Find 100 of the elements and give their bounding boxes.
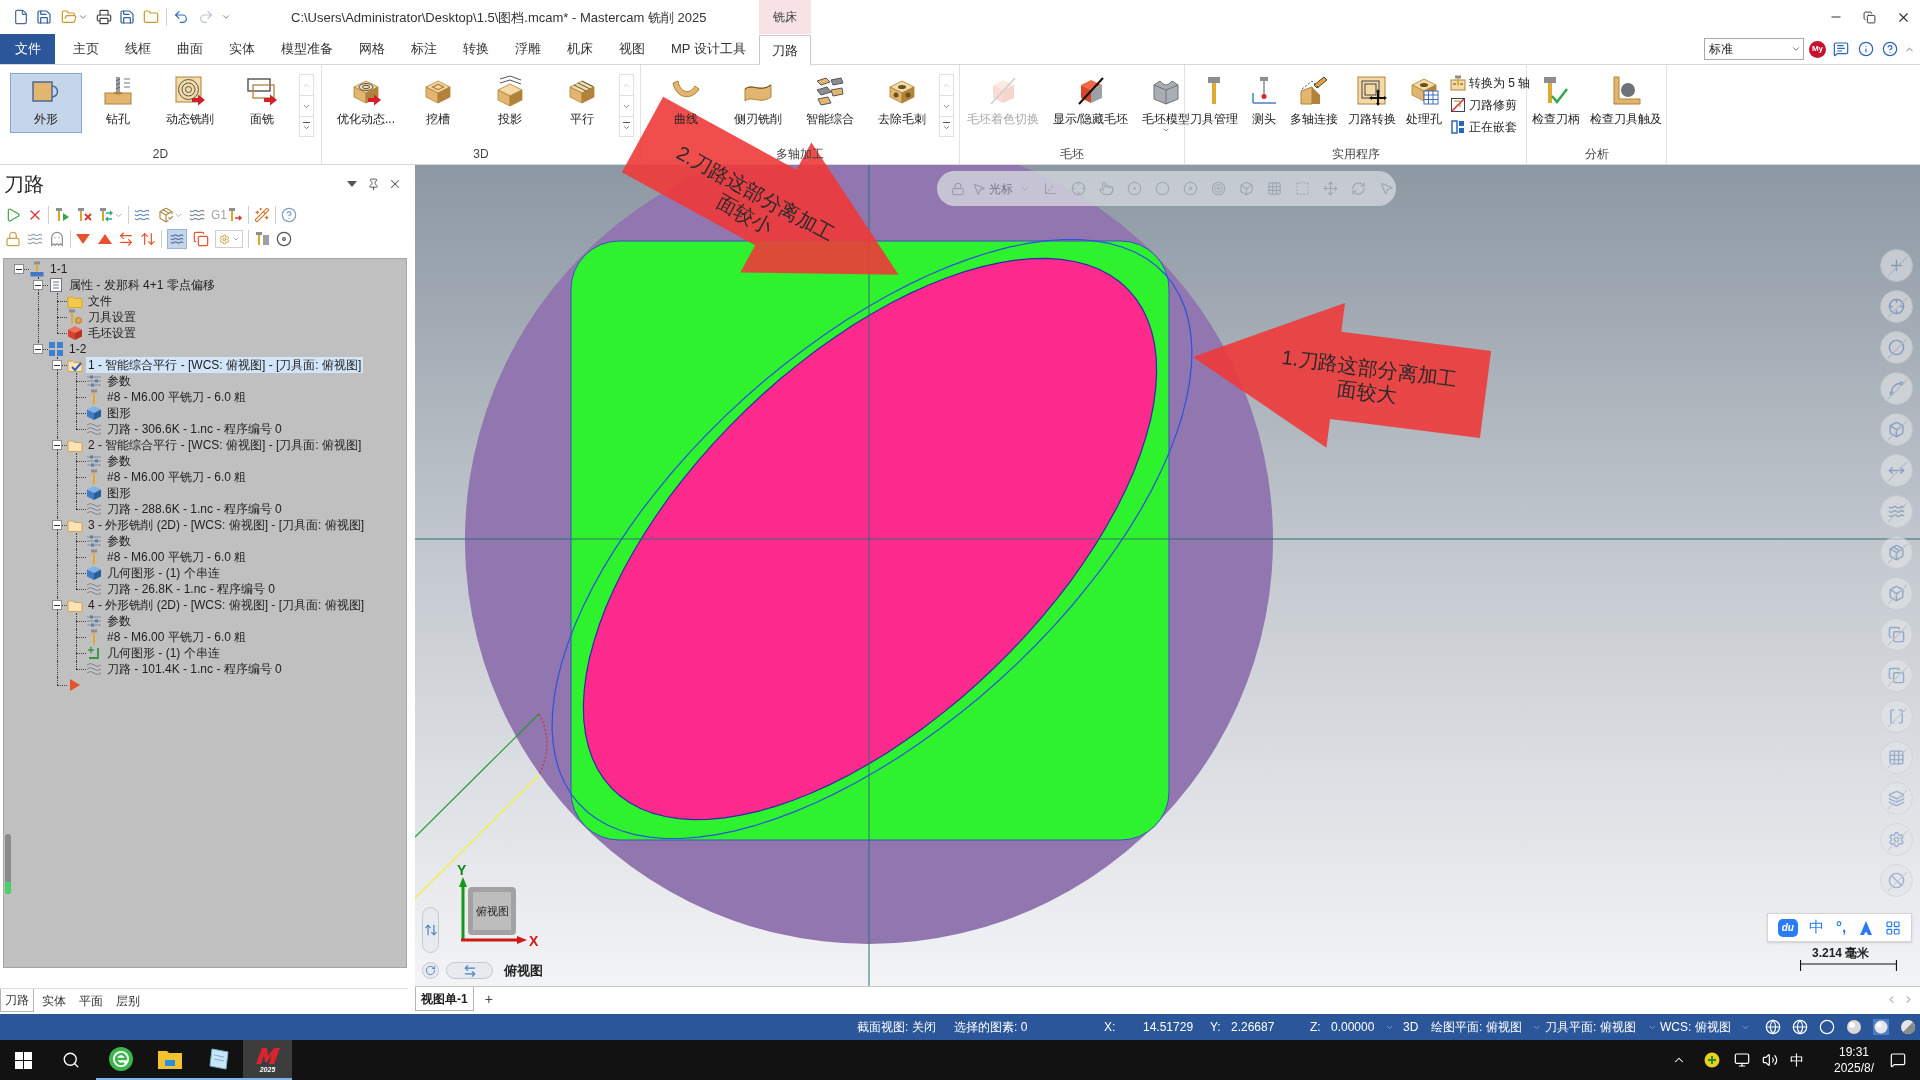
move-icon[interactable] [1323,181,1338,196]
tree-item[interactable]: 4 - 外形铣削 (2D) - [WCS: 俯视图] - [刀具面: 俯视图] [86,597,366,613]
ime-mode[interactable]: 中 [1809,916,1825,939]
ribbon-button[interactable]: 挖槽 [402,73,474,133]
tree-item[interactable]: 几何图形 - (1) 个串连 [105,565,222,581]
tree-item[interactable]: 刀路 - 288.6K - 1.nc - 程序编号 0 [105,501,284,517]
tree-item[interactable]: 1-2 [67,341,89,357]
undo-icon[interactable] [173,9,189,25]
up-down-arrows-icon[interactable] [422,907,439,953]
view-tab[interactable]: 视图单-1 [415,987,474,1011]
tree-item[interactable]: 刀具设置 [86,309,138,325]
tree-item[interactable]: #8 - M6.00 平铣刀 - 6.0 粗 [105,549,249,565]
tree-item[interactable]: 几何图形 - (1) 个串连 [105,645,222,661]
collapse-icon[interactable] [14,264,24,274]
waves-icon[interactable] [189,207,205,223]
collapse-icon[interactable] [33,280,43,290]
left-right-arrows-icon[interactable] [446,962,493,979]
tool-compare-icon[interactable] [254,231,270,247]
workspace-dropdown[interactable]: 标准 [1704,38,1804,60]
ribbon-button[interactable]: 测头 [1243,73,1285,133]
sphere-icon[interactable] [1846,1019,1862,1035]
help-icon[interactable] [1882,41,1898,57]
tree-item[interactable]: 毛坯设置 [86,325,138,341]
help-icon[interactable] [281,207,297,223]
ribbon-tab[interactable]: 刀路 [758,35,811,65]
ribbon-button[interactable]: 侧刃铣削 [722,73,794,133]
notification-icon[interactable] [1890,1052,1906,1068]
ribbon-small-button[interactable]: 刀路修剪 [1450,96,1533,114]
ribbon-button[interactable]: 优化动态... [330,73,402,133]
lock-icon[interactable] [5,231,21,247]
customize-caret-icon[interactable] [221,12,231,22]
file-tab[interactable]: 文件 [0,34,55,64]
info-icon[interactable] [1858,41,1874,57]
half-circle-icon[interactable] [1900,1019,1916,1035]
tree-item[interactable]: 参数 [105,453,133,469]
ribbon-tab[interactable]: 机床 [554,34,606,64]
search-icon[interactable] [62,1051,80,1069]
collapse-icon[interactable] [33,344,43,354]
sphere-icon[interactable] [1873,1019,1889,1035]
up-down-arrow-icon[interactable] [140,231,156,247]
tree-item[interactable]: #8 - M6.00 平铣刀 - 6.0 粗 [105,629,249,645]
globe-icon[interactable] [1765,1019,1781,1035]
tree-item[interactable]: 参数 [105,373,133,389]
tree-item[interactable]: 图形 [105,405,133,421]
collapse-icon[interactable] [52,520,62,530]
redo-icon[interactable] [198,9,214,25]
account-button[interactable]: My [1809,40,1826,58]
wand-icon[interactable] [254,207,270,223]
target-icon[interactable] [1211,181,1226,196]
ribbon-button[interactable]: 动态铣削 [154,73,226,133]
ribbon-button[interactable]: 显示/隐藏毛坯 [1048,73,1134,133]
ribbon-button[interactable]: 平行 [546,73,618,133]
circle-dot-icon[interactable] [1127,181,1142,196]
tree-item[interactable]: 刀路 - 26.8K - 1.nc - 程序编号 0 [105,581,278,597]
add-view-tab-button[interactable]: + [480,987,497,1011]
close-icon[interactable] [388,177,402,191]
panel-tab[interactable]: 刀路 [0,989,34,1012]
tool-swap-icon[interactable] [98,207,114,223]
collapse-icon[interactable] [52,360,62,370]
ribbon-button[interactable]: 投影 [474,73,546,133]
tree-item[interactable]: 参数 [105,533,133,549]
open-folder-icon[interactable] [61,9,77,25]
ribbon-small-button[interactable]: 转换为 5 轴 [1450,74,1533,92]
ribbon-button[interactable]: 处理孔 [1401,73,1447,133]
ribbon-small-button[interactable]: 正在嵌套 [1450,118,1533,136]
axes-icon[interactable] [1043,181,1058,196]
lock-icon[interactable] [951,181,965,196]
tree-item[interactable]: 图形 [105,485,133,501]
ghost-icon[interactable] [49,231,65,247]
pointer-icon[interactable] [1099,181,1114,196]
ribbon-tab[interactable]: 曲面 [164,34,216,64]
save-icon[interactable] [36,9,52,25]
refresh-icon[interactable] [1351,181,1366,196]
play-icon[interactable] [5,207,21,223]
ribbon-tab[interactable]: 实体 [216,34,268,64]
printer-icon[interactable] [96,9,112,25]
triangle-up-icon[interactable] [98,233,112,245]
ribbon-tab[interactable]: 网格 [346,34,398,64]
ribbon-button[interactable]: 检查刀具触及 [1585,73,1667,133]
tree-item[interactable]: #8 - M6.00 平铣刀 - 6.0 粗 [105,469,249,485]
pin-icon[interactable] [367,177,380,191]
cursor-icon[interactable] [972,181,986,196]
tree-item[interactable]: 3 - 外形铣削 (2D) - [WCS: 俯视图] - [刀具面: 俯视图] [86,517,366,533]
save-icon[interactable] [119,9,135,25]
tool-cross-icon[interactable] [76,207,92,223]
network-icon[interactable] [1734,1052,1750,1068]
folder-icon[interactable] [143,9,159,25]
globe-icon[interactable] [1792,1019,1808,1035]
ribbon-tab[interactable]: 标注 [398,34,450,64]
ribbon-tab[interactable]: 模型准备 [268,34,346,64]
box-icon[interactable] [1239,181,1254,196]
ribbon-button[interactable]: 多轴连接 [1285,73,1343,133]
ribbon-tab[interactable]: MP 设计工具 [658,34,759,64]
box-check-icon[interactable] [158,207,174,223]
tree-item[interactable]: 2 - 智能综合平行 - [WCS: 俯视图] - [刀具面: 俯视图] [86,437,364,453]
ribbon-button[interactable]: 外形 [10,73,82,133]
squares-icon[interactable] [193,231,209,247]
ribbon-tab[interactable]: 视图 [606,34,658,64]
ime-logo[interactable]: du [1777,918,1798,937]
tree-item[interactable]: 文件 [86,293,114,309]
